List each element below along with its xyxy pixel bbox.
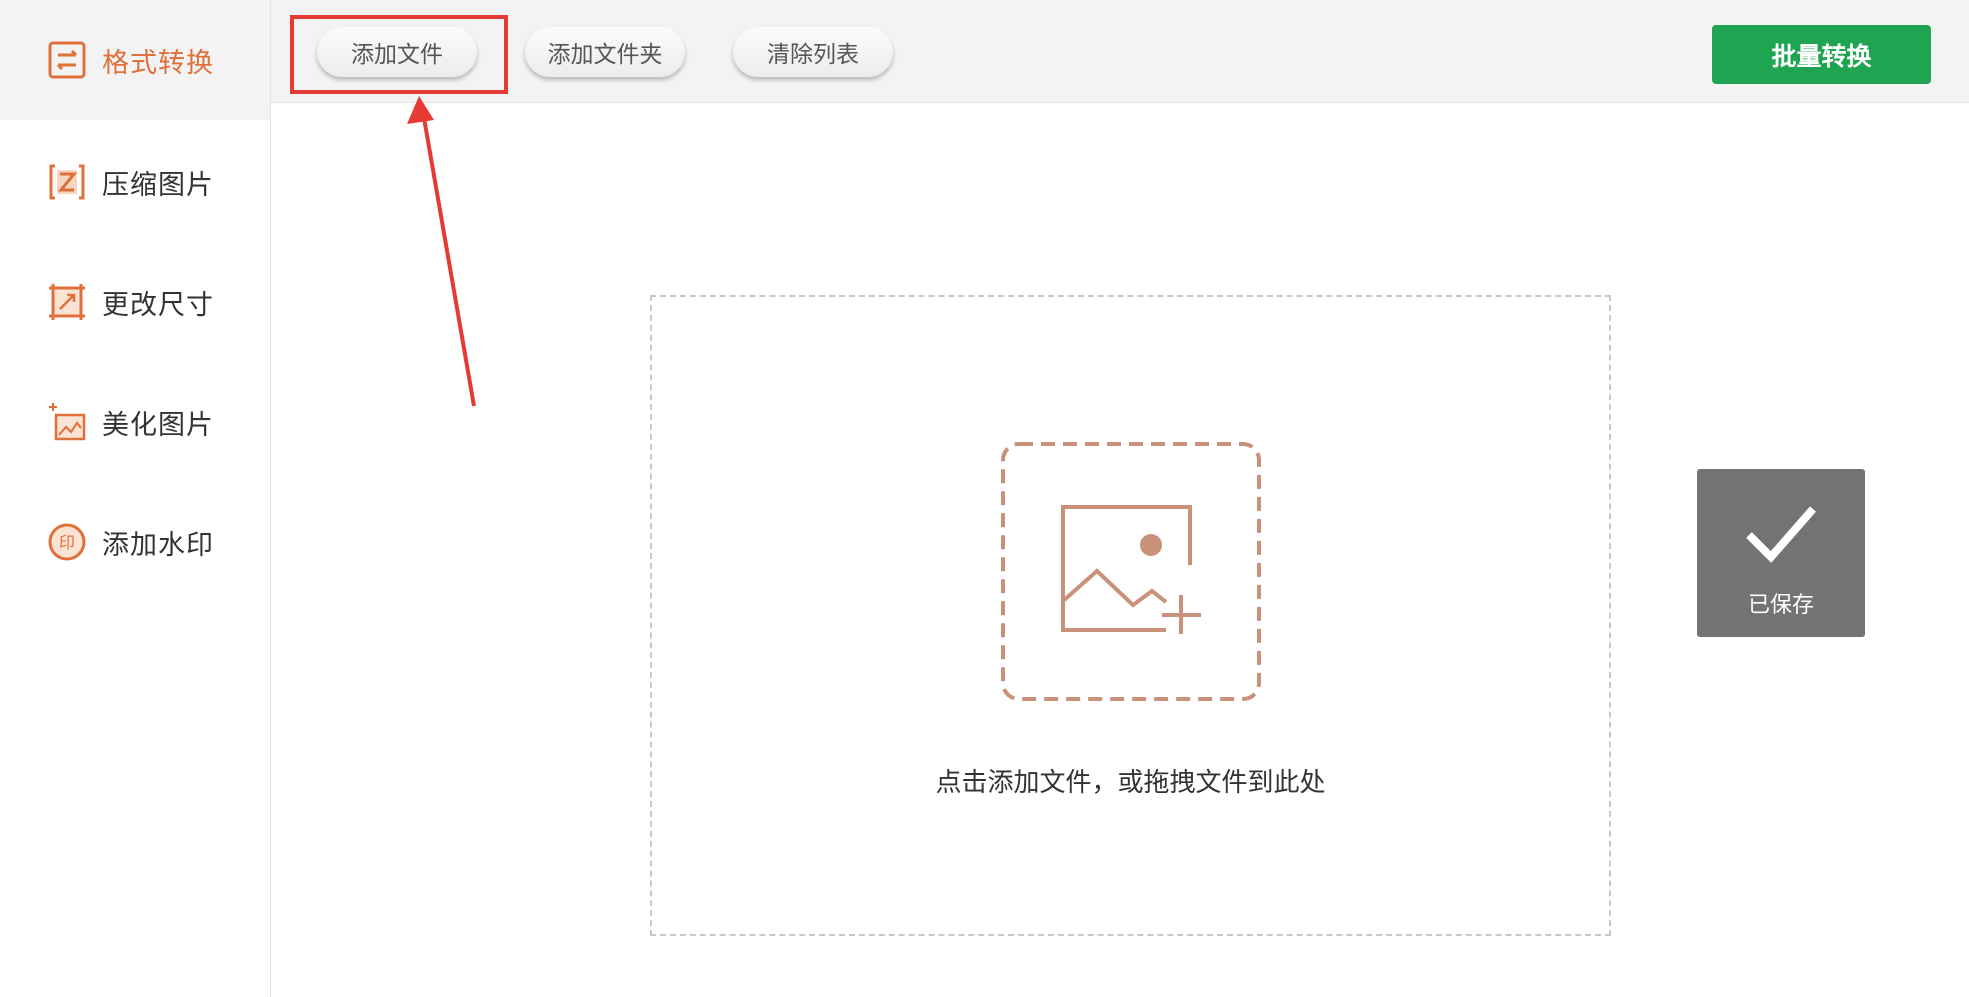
add-folder-button[interactable]: 添加文件夹 xyxy=(525,27,685,77)
sidebar: 格式转换 压缩图片 更改尺寸 美化图片 印 添加水印 xyxy=(0,0,271,997)
sidebar-item-format-convert[interactable]: 格式转换 xyxy=(0,0,270,120)
drop-hint-text: 点击添加文件，或拖拽文件到此处 xyxy=(935,768,1326,798)
compress-icon xyxy=(46,161,88,203)
sidebar-item-compress[interactable]: 压缩图片 xyxy=(0,122,270,242)
sidebar-item-beautify[interactable]: 美化图片 xyxy=(0,362,270,482)
batch-convert-button[interactable]: 批量转换 xyxy=(1712,25,1931,84)
beautify-icon xyxy=(46,401,88,443)
clear-list-button[interactable]: 清除列表 xyxy=(733,27,893,77)
sidebar-item-label: 压缩图片 xyxy=(102,169,214,201)
sidebar-item-resize[interactable]: 更改尺寸 xyxy=(0,242,270,362)
sidebar-item-label: 格式转换 xyxy=(102,47,214,79)
resize-icon xyxy=(46,281,88,323)
sidebar-item-label: 添加水印 xyxy=(102,529,214,561)
sidebar-item-label: 美化图片 xyxy=(102,409,214,441)
add-file-button[interactable]: 添加文件 xyxy=(317,27,477,77)
saved-toast: 已保存 xyxy=(1697,469,1865,637)
format-convert-icon xyxy=(46,39,88,81)
watermark-icon: 印 xyxy=(46,521,88,563)
sidebar-item-watermark[interactable]: 印 添加水印 xyxy=(0,482,270,602)
saved-toast-text: 已保存 xyxy=(1747,593,1814,618)
checkmark-icon xyxy=(1746,506,1817,563)
add-image-icon[interactable] xyxy=(1000,441,1262,702)
sidebar-item-label: 更改尺寸 xyxy=(102,289,214,321)
svg-text:印: 印 xyxy=(59,533,75,552)
